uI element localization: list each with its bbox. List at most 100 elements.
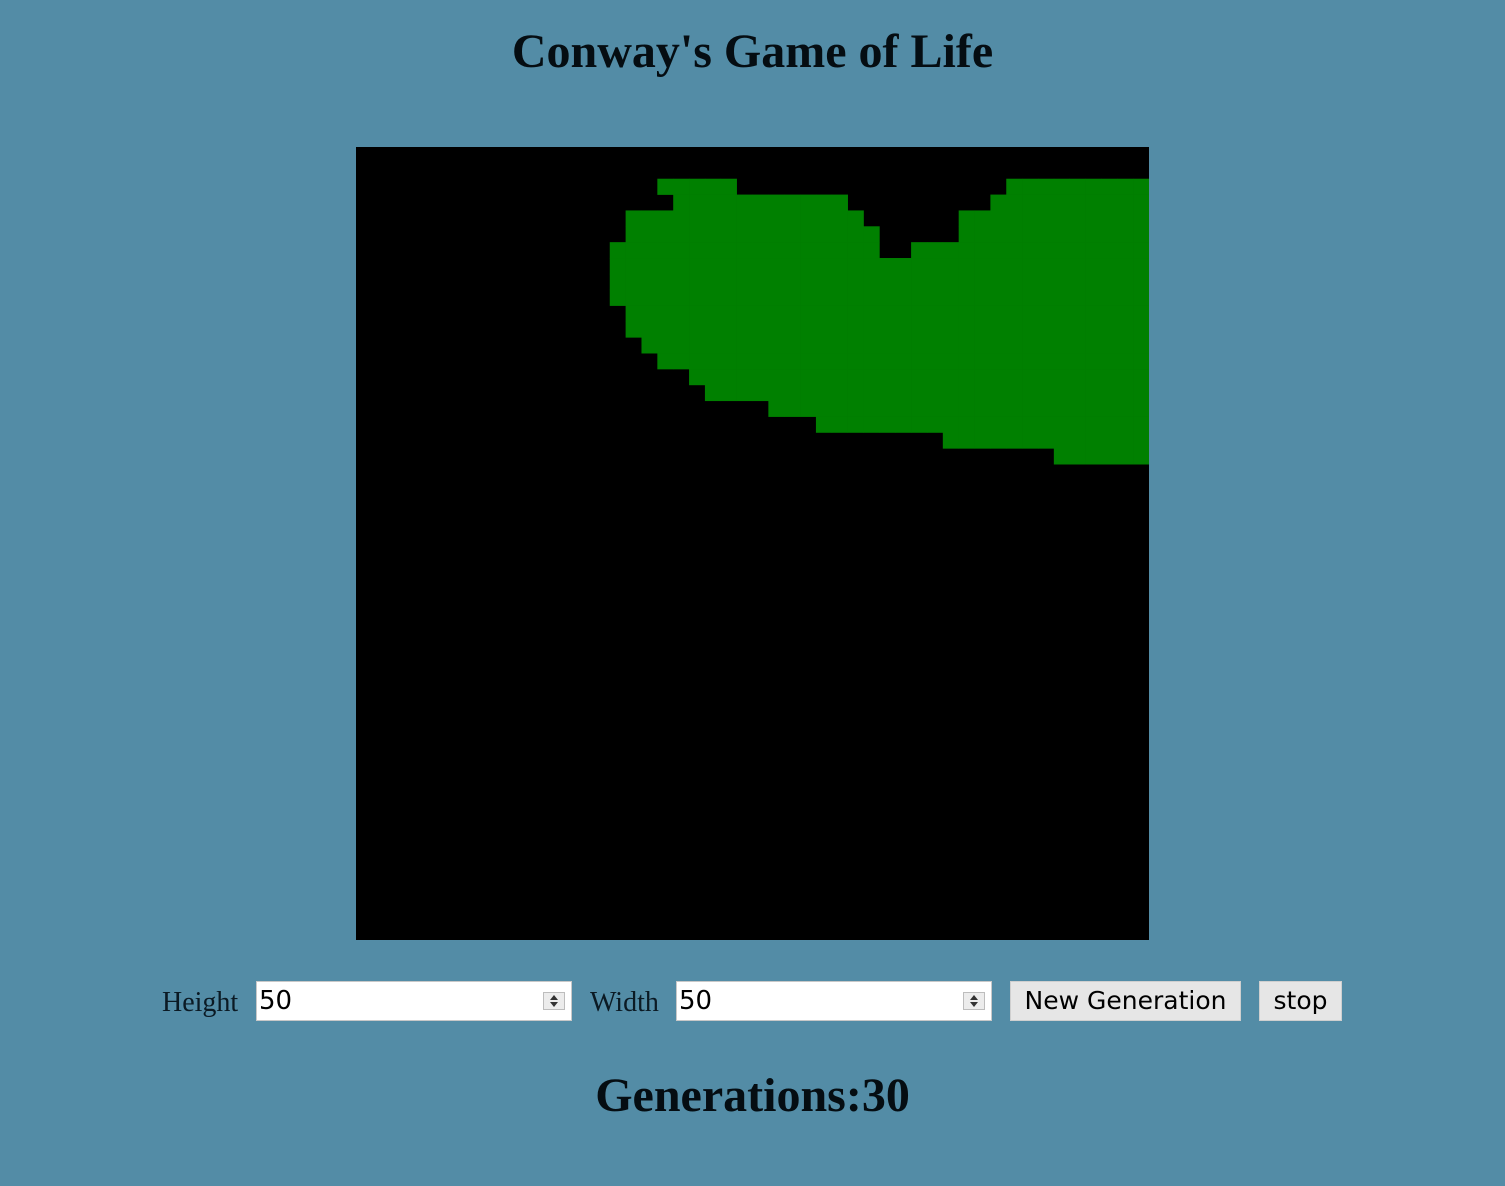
alive-cell[interactable] — [958, 369, 975, 386]
alive-cell[interactable] — [911, 416, 928, 433]
alive-cell[interactable] — [1037, 289, 1055, 306]
alive-cell[interactable] — [657, 353, 674, 370]
alive-cell[interactable] — [815, 226, 833, 243]
alive-cell[interactable] — [752, 289, 769, 306]
alive-cell[interactable] — [704, 305, 722, 322]
alive-cell[interactable] — [784, 305, 801, 322]
alive-cell[interactable] — [641, 226, 658, 243]
alive-cell[interactable] — [863, 305, 880, 322]
alive-cell[interactable] — [911, 337, 928, 354]
alive-cell[interactable] — [625, 321, 642, 338]
alive-cell[interactable] — [689, 226, 706, 243]
alive-cell[interactable] — [1101, 226, 1118, 243]
alive-cell[interactable] — [831, 384, 848, 402]
alive-cell[interactable] — [895, 289, 912, 306]
alive-cell[interactable] — [641, 273, 658, 291]
alive-cell[interactable] — [673, 289, 690, 306]
alive-cell[interactable] — [942, 337, 959, 354]
alive-cell[interactable] — [784, 258, 801, 275]
alive-cell[interactable] — [958, 258, 975, 275]
alive-cell[interactable] — [1101, 178, 1118, 195]
alive-cell[interactable] — [1069, 242, 1086, 259]
alive-cell[interactable] — [800, 242, 817, 259]
alive-cell[interactable] — [990, 210, 1007, 227]
width-input[interactable] — [679, 984, 959, 1018]
alive-cell[interactable] — [784, 242, 801, 259]
alive-cell[interactable] — [720, 226, 737, 243]
alive-cell[interactable] — [895, 321, 912, 338]
alive-cell[interactable] — [768, 226, 785, 243]
alive-cell[interactable] — [847, 273, 864, 291]
alive-cell[interactable] — [1101, 242, 1118, 259]
alive-cell[interactable] — [800, 289, 817, 306]
alive-cell[interactable] — [879, 416, 896, 433]
alive-cell[interactable] — [863, 226, 880, 243]
alive-cell[interactable] — [720, 210, 737, 227]
alive-cell[interactable] — [911, 384, 928, 402]
alive-cell[interactable] — [1037, 416, 1055, 433]
alive-cell[interactable] — [879, 321, 896, 338]
alive-cell[interactable] — [1085, 400, 1102, 417]
alive-cell[interactable] — [1085, 384, 1102, 402]
height-field[interactable] — [256, 981, 572, 1021]
alive-cell[interactable] — [784, 369, 801, 386]
alive-cell[interactable] — [657, 242, 674, 259]
alive-cell[interactable] — [1006, 432, 1023, 449]
alive-cell[interactable] — [990, 369, 1007, 386]
alive-cell[interactable] — [942, 384, 959, 402]
alive-cell[interactable] — [752, 258, 769, 275]
alive-cell[interactable] — [831, 289, 848, 306]
alive-cell[interactable] — [768, 321, 785, 338]
alive-cell[interactable] — [641, 289, 658, 306]
alive-cell[interactable] — [942, 321, 959, 338]
alive-cell[interactable] — [1037, 400, 1055, 417]
alive-cell[interactable] — [815, 384, 833, 402]
alive-cell[interactable] — [815, 194, 833, 211]
alive-cell[interactable] — [1022, 337, 1039, 354]
alive-cell[interactable] — [1022, 416, 1039, 433]
alive-cell[interactable] — [1053, 194, 1070, 211]
alive-cell[interactable] — [752, 321, 769, 338]
alive-cell[interactable] — [784, 353, 801, 370]
alive-cell[interactable] — [1037, 369, 1055, 386]
alive-cell[interactable] — [1117, 210, 1134, 227]
alive-cell[interactable] — [673, 210, 690, 227]
alive-cell[interactable] — [1117, 226, 1134, 243]
alive-cell[interactable] — [752, 384, 769, 402]
alive-cell[interactable] — [879, 353, 896, 370]
alive-cell[interactable] — [625, 305, 642, 322]
alive-cell[interactable] — [831, 226, 848, 243]
alive-cell[interactable] — [879, 337, 896, 354]
alive-cell[interactable] — [1085, 321, 1102, 338]
alive-cell[interactable] — [1069, 384, 1086, 402]
alive-cell[interactable] — [1133, 305, 1149, 322]
alive-cell[interactable] — [1053, 369, 1070, 386]
alive-cell[interactable] — [704, 273, 722, 291]
alive-cell[interactable] — [974, 384, 991, 402]
alive-cell[interactable] — [1006, 210, 1023, 227]
alive-cell[interactable] — [847, 416, 864, 433]
alive-cell[interactable] — [800, 400, 817, 417]
alive-cell[interactable] — [736, 321, 753, 338]
alive-cell[interactable] — [847, 400, 864, 417]
alive-cell[interactable] — [752, 242, 769, 259]
alive-cell[interactable] — [815, 353, 833, 370]
alive-cell[interactable] — [942, 242, 959, 259]
alive-cell[interactable] — [990, 194, 1007, 211]
alive-cell[interactable] — [689, 242, 706, 259]
alive-cell[interactable] — [625, 226, 642, 243]
alive-cell[interactable] — [752, 194, 769, 211]
alive-cell[interactable] — [942, 400, 959, 417]
alive-cell[interactable] — [863, 242, 880, 259]
alive-cell[interactable] — [831, 369, 848, 386]
alive-cell[interactable] — [942, 432, 959, 449]
alive-cell[interactable] — [736, 242, 753, 259]
alive-cell[interactable] — [1133, 321, 1149, 338]
alive-cell[interactable] — [879, 305, 896, 322]
alive-cell[interactable] — [1101, 448, 1118, 465]
alive-cell[interactable] — [1053, 432, 1070, 449]
alive-cell[interactable] — [689, 258, 706, 275]
alive-cell[interactable] — [768, 305, 785, 322]
alive-cell[interactable] — [1006, 194, 1023, 211]
alive-cell[interactable] — [800, 321, 817, 338]
